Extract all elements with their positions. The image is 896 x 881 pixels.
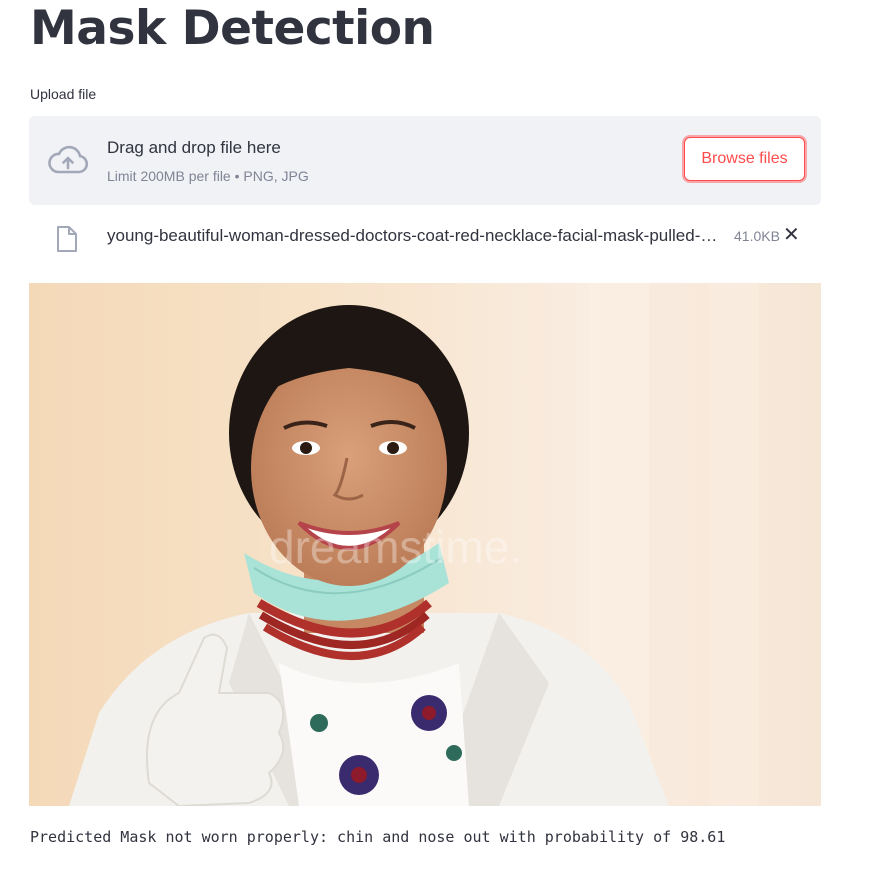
file-icon	[55, 225, 79, 253]
browse-files-button[interactable]: Browse files	[684, 137, 805, 181]
uploaded-file-size: 41.0KB	[734, 228, 780, 244]
prediction-result: Predicted Mask not worn properly: chin a…	[30, 828, 726, 846]
upload-label: Upload file	[30, 86, 97, 102]
close-icon[interactable]: ✕	[783, 224, 800, 246]
dropzone-instructions: Drag and drop file here	[107, 138, 281, 157]
uploaded-image: dreamstime.	[29, 283, 821, 806]
file-dropzone[interactable]: Drag and drop file here Limit 200MB per …	[29, 116, 821, 205]
cloud-upload-icon	[47, 144, 89, 176]
uploaded-file-row: young-beautiful-woman-dressed-doctors-co…	[29, 216, 821, 260]
uploaded-file-name: young-beautiful-woman-dressed-doctors-co…	[107, 226, 718, 245]
image-watermark: dreamstime.	[269, 521, 522, 573]
page-title: Mask Detection	[30, 1, 435, 56]
dropzone-limit: Limit 200MB per file • PNG, JPG	[107, 168, 309, 184]
